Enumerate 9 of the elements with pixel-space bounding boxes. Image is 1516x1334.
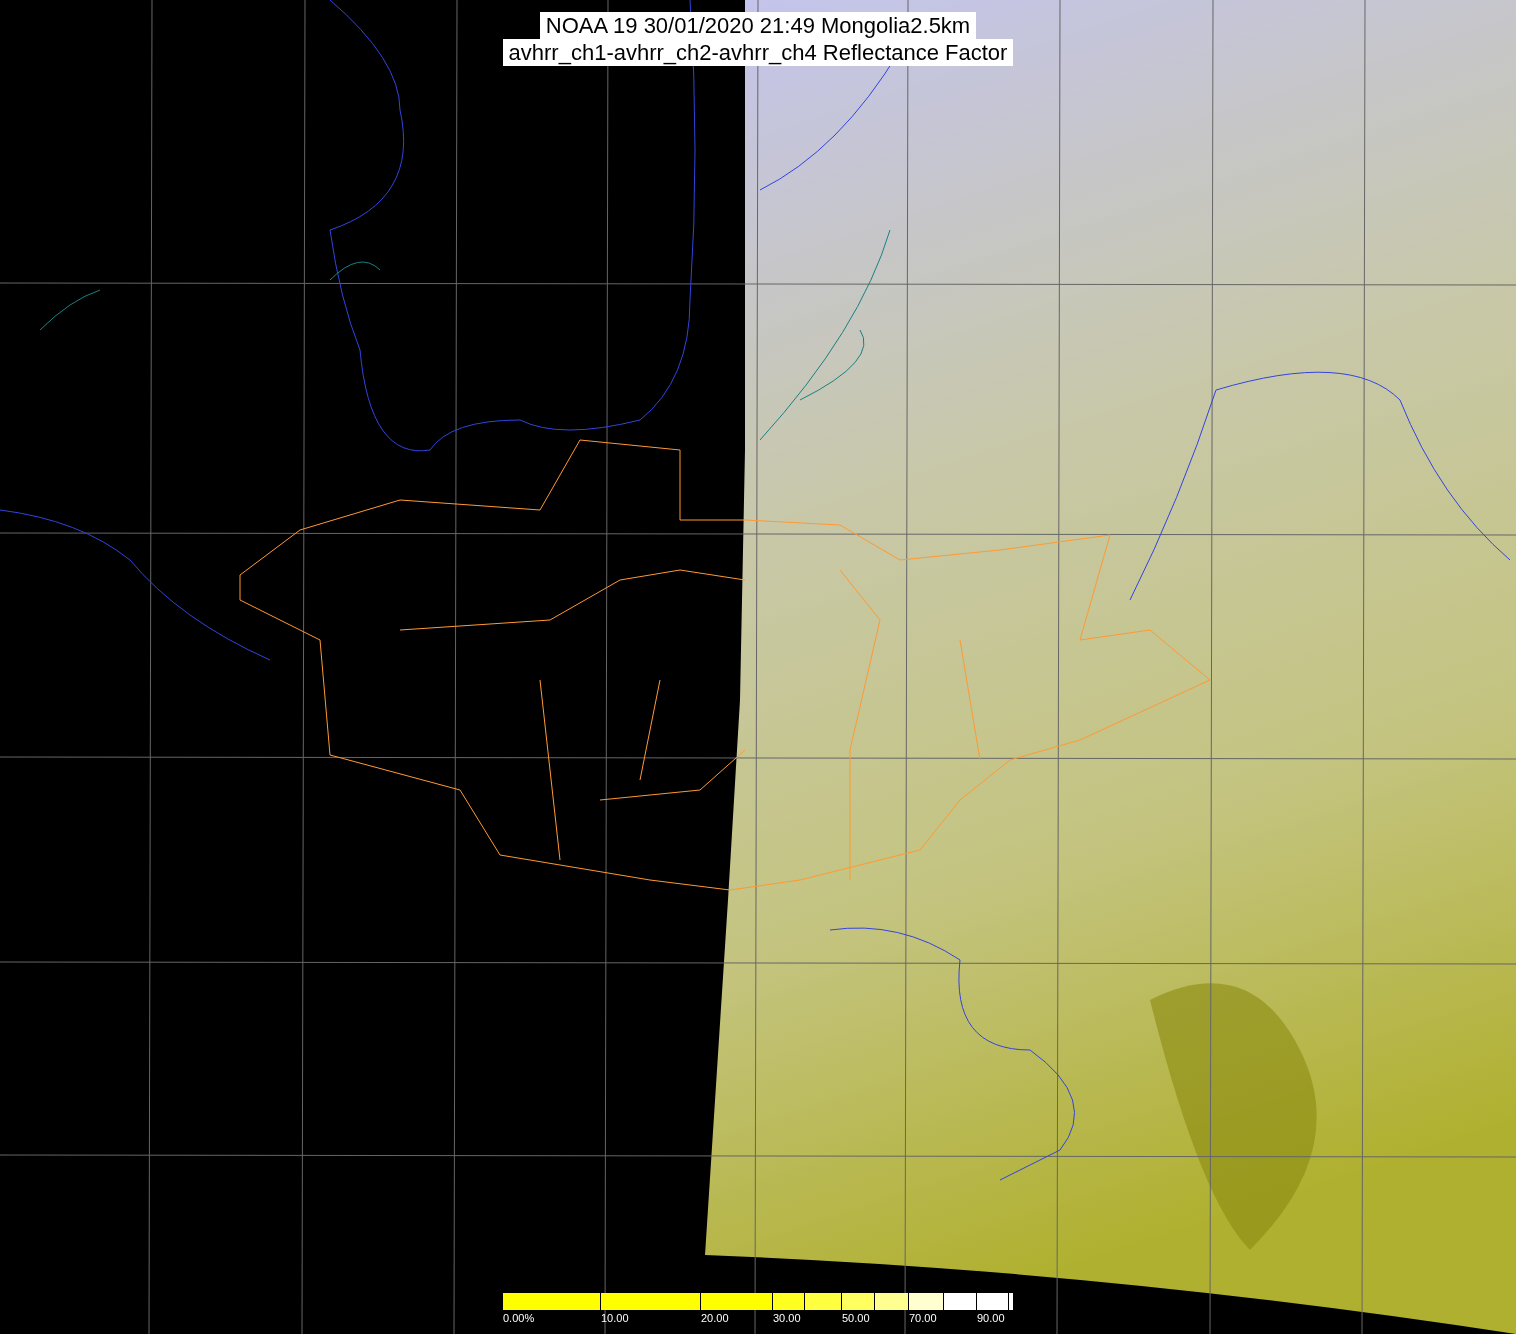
map-title: NOAA 19 30/01/2020 21:49 Mongolia2.5km (539, 12, 977, 39)
scale-label: 0.00% (503, 1312, 535, 1324)
scale-label: 20.00 (701, 1312, 729, 1324)
scale-label: 50.00 (842, 1312, 870, 1324)
map-title: avhrr_ch1-avhrr_ch2-avhrr_ch4 Reflectance Factor (502, 39, 1014, 66)
scale-label: 30.00 (773, 1312, 801, 1324)
scale-label: 90.00 (977, 1312, 1005, 1324)
scale-label: 10.00 (601, 1312, 629, 1324)
scale-label: 70.00 (909, 1312, 937, 1324)
